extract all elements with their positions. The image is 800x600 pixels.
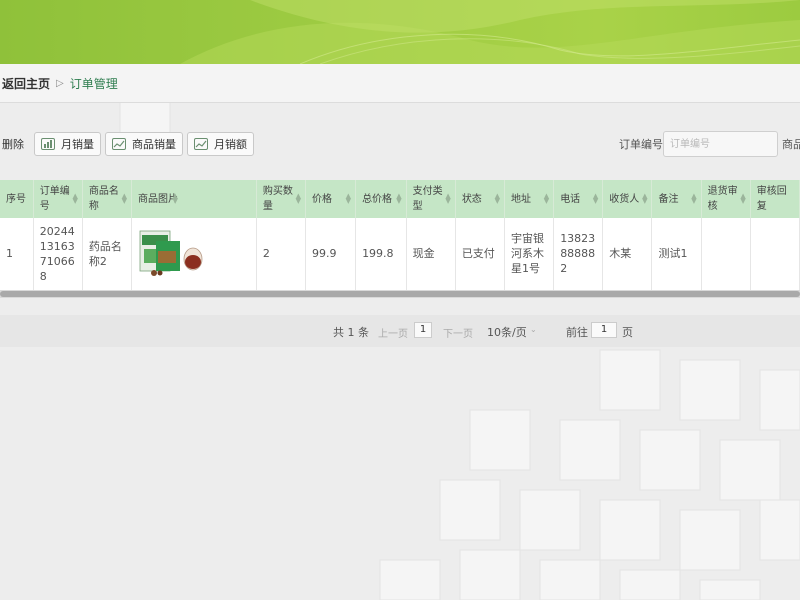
chevron-down-icon: ⌄ <box>530 325 537 334</box>
monthly-sales-label: 月销量 <box>61 138 94 151</box>
bar-chart-icon <box>41 138 55 150</box>
cell-index: 1 <box>0 218 34 291</box>
cell-product-name: 药品名称2 <box>82 218 133 291</box>
cell-payment-type: 现金 <box>406 218 456 291</box>
goto-unit: 页 <box>622 326 633 339</box>
cell-quantity: 2 <box>256 218 306 291</box>
product-sales-button[interactable]: 商品销量 <box>105 132 183 156</box>
col-header[interactable]: 电话 ▲ ▼ <box>553 180 604 218</box>
cell-address: 宇宙银河系木星1号 <box>504 218 555 291</box>
cell-status: 已支付 <box>455 218 506 291</box>
breadcrumb-separator-icon: ▷ <box>56 77 64 89</box>
col-header[interactable]: 审核回复 <box>750 180 800 218</box>
prev-page-button[interactable]: 上一页 <box>378 325 408 340</box>
sort-icon: ▲ ▼ <box>691 192 697 205</box>
col-header[interactable]: 备注 ▲ ▼ <box>651 180 702 218</box>
page-number[interactable]: 1 <box>414 322 432 338</box>
cell-product-image <box>131 218 257 291</box>
line-chart-icon <box>194 138 208 150</box>
delete-button-label: 删除 <box>2 138 24 151</box>
order-number-input[interactable] <box>663 131 778 157</box>
col-header[interactable]: 购买数量 ▲ ▼ <box>256 180 306 218</box>
page-size-select[interactable]: 10条/页 <box>487 324 527 340</box>
cell-phone: 13823888882 <box>553 218 604 291</box>
sort-icon: ▲ ▼ <box>543 192 550 205</box>
monthly-sales-button[interactable]: 月销量 <box>34 132 101 156</box>
orders-table: 序号 订单编号 ▲ ▼ 商品名称 ▲ ▼ 商品图片 ▲ ▼ 购买数量 ▲ ▼ 价格 ▲ ▼ 总价格 ▲… <box>0 180 800 298</box>
product-search-label: 商品 <box>782 138 800 151</box>
col-header[interactable]: 总价格 ▲ ▼ <box>355 180 407 218</box>
home-link[interactable]: 返回主页 <box>2 75 50 92</box>
horizontal-scrollbar[interactable] <box>0 290 800 298</box>
product-image[interactable] <box>138 227 206 277</box>
col-header[interactable]: 支付类型 ▲ ▼ <box>406 180 456 218</box>
sort-icon: ▲ ▼ <box>592 192 599 205</box>
line-chart-icon <box>112 138 126 150</box>
cell-review-reply <box>750 218 800 291</box>
sort-icon: ▲ ▼ <box>295 192 301 205</box>
next-page-button[interactable]: 下一页 <box>443 325 473 340</box>
sort-icon: ▲ ▼ <box>72 192 78 205</box>
sort-icon: ▲ ▼ <box>494 192 500 205</box>
cell-price: 99.9 <box>305 218 357 291</box>
breadcrumb-current: 订单管理 <box>69 76 118 91</box>
col-header[interactable]: 订单编号 ▲ ▼ <box>33 180 83 218</box>
monthly-revenue-label: 月销额 <box>214 138 247 151</box>
col-header[interactable]: 商品名称 ▲ ▼ <box>82 180 133 218</box>
cell-receiver: 木某 <box>602 218 653 291</box>
breadcrumb: 返回主页 ▷ 订单管理 <box>0 64 800 103</box>
col-header[interactable]: 价格 ▲ ▼ <box>305 180 357 218</box>
goto-input[interactable]: 1 <box>591 322 617 338</box>
sort-icon: ▲ ▼ <box>396 192 402 205</box>
col-header[interactable]: 退货审核 ▲ ▼ <box>701 180 751 218</box>
sort-icon: ▲ ▼ <box>345 192 352 205</box>
cell-remark: 测试1 <box>651 218 702 291</box>
table-row[interactable]: 1 20244131637​10668 药品名称2 <box>0 218 800 291</box>
top-banner <box>0 0 800 64</box>
cell-return-review <box>701 218 751 291</box>
toolbar: 删除 月销量 商品销量 月销额 订单编号 商品 <box>0 130 800 158</box>
sort-icon: ▲ ▼ <box>121 192 128 205</box>
cell-total-price: 199.8 <box>355 218 407 291</box>
goto-label: 前往 <box>566 326 588 339</box>
col-header[interactable]: 地址 ▲ ▼ <box>504 180 555 218</box>
total-count: 共 1 条 <box>333 326 369 339</box>
product-sales-label: 商品销量 <box>132 138 176 151</box>
pagination: 共 1 条 上一页 1 下一页 10条/页 ⌄ 前往 1 页 <box>0 315 800 347</box>
sort-icon: ▲ ▼ <box>172 192 178 205</box>
col-header[interactable]: 序号 <box>0 180 34 218</box>
col-header[interactable]: 商品图片 ▲ ▼ <box>131 180 257 218</box>
sort-icon: ▲ ▼ <box>642 192 648 205</box>
col-header[interactable]: 收货人 ▲ ▼ <box>602 180 653 218</box>
cell-order-number: 20244131637​10668 <box>33 218 83 291</box>
monthly-revenue-button[interactable]: 月销额 <box>187 132 254 156</box>
order-number-label: 订单编号 <box>619 138 663 151</box>
sort-icon: ▲ ▼ <box>445 192 451 205</box>
sort-icon: ▲ ▼ <box>740 192 746 205</box>
scrollbar-thumb[interactable] <box>0 291 800 297</box>
col-header[interactable]: 状态 ▲ ▼ <box>455 180 506 218</box>
delete-button[interactable]: 删除 <box>0 132 26 156</box>
table-header-row: 序号 订单编号 ▲ ▼ 商品名称 ▲ ▼ 商品图片 ▲ ▼ 购买数量 ▲ ▼ 价格 ▲ ▼ 总价格 ▲… <box>0 180 800 218</box>
